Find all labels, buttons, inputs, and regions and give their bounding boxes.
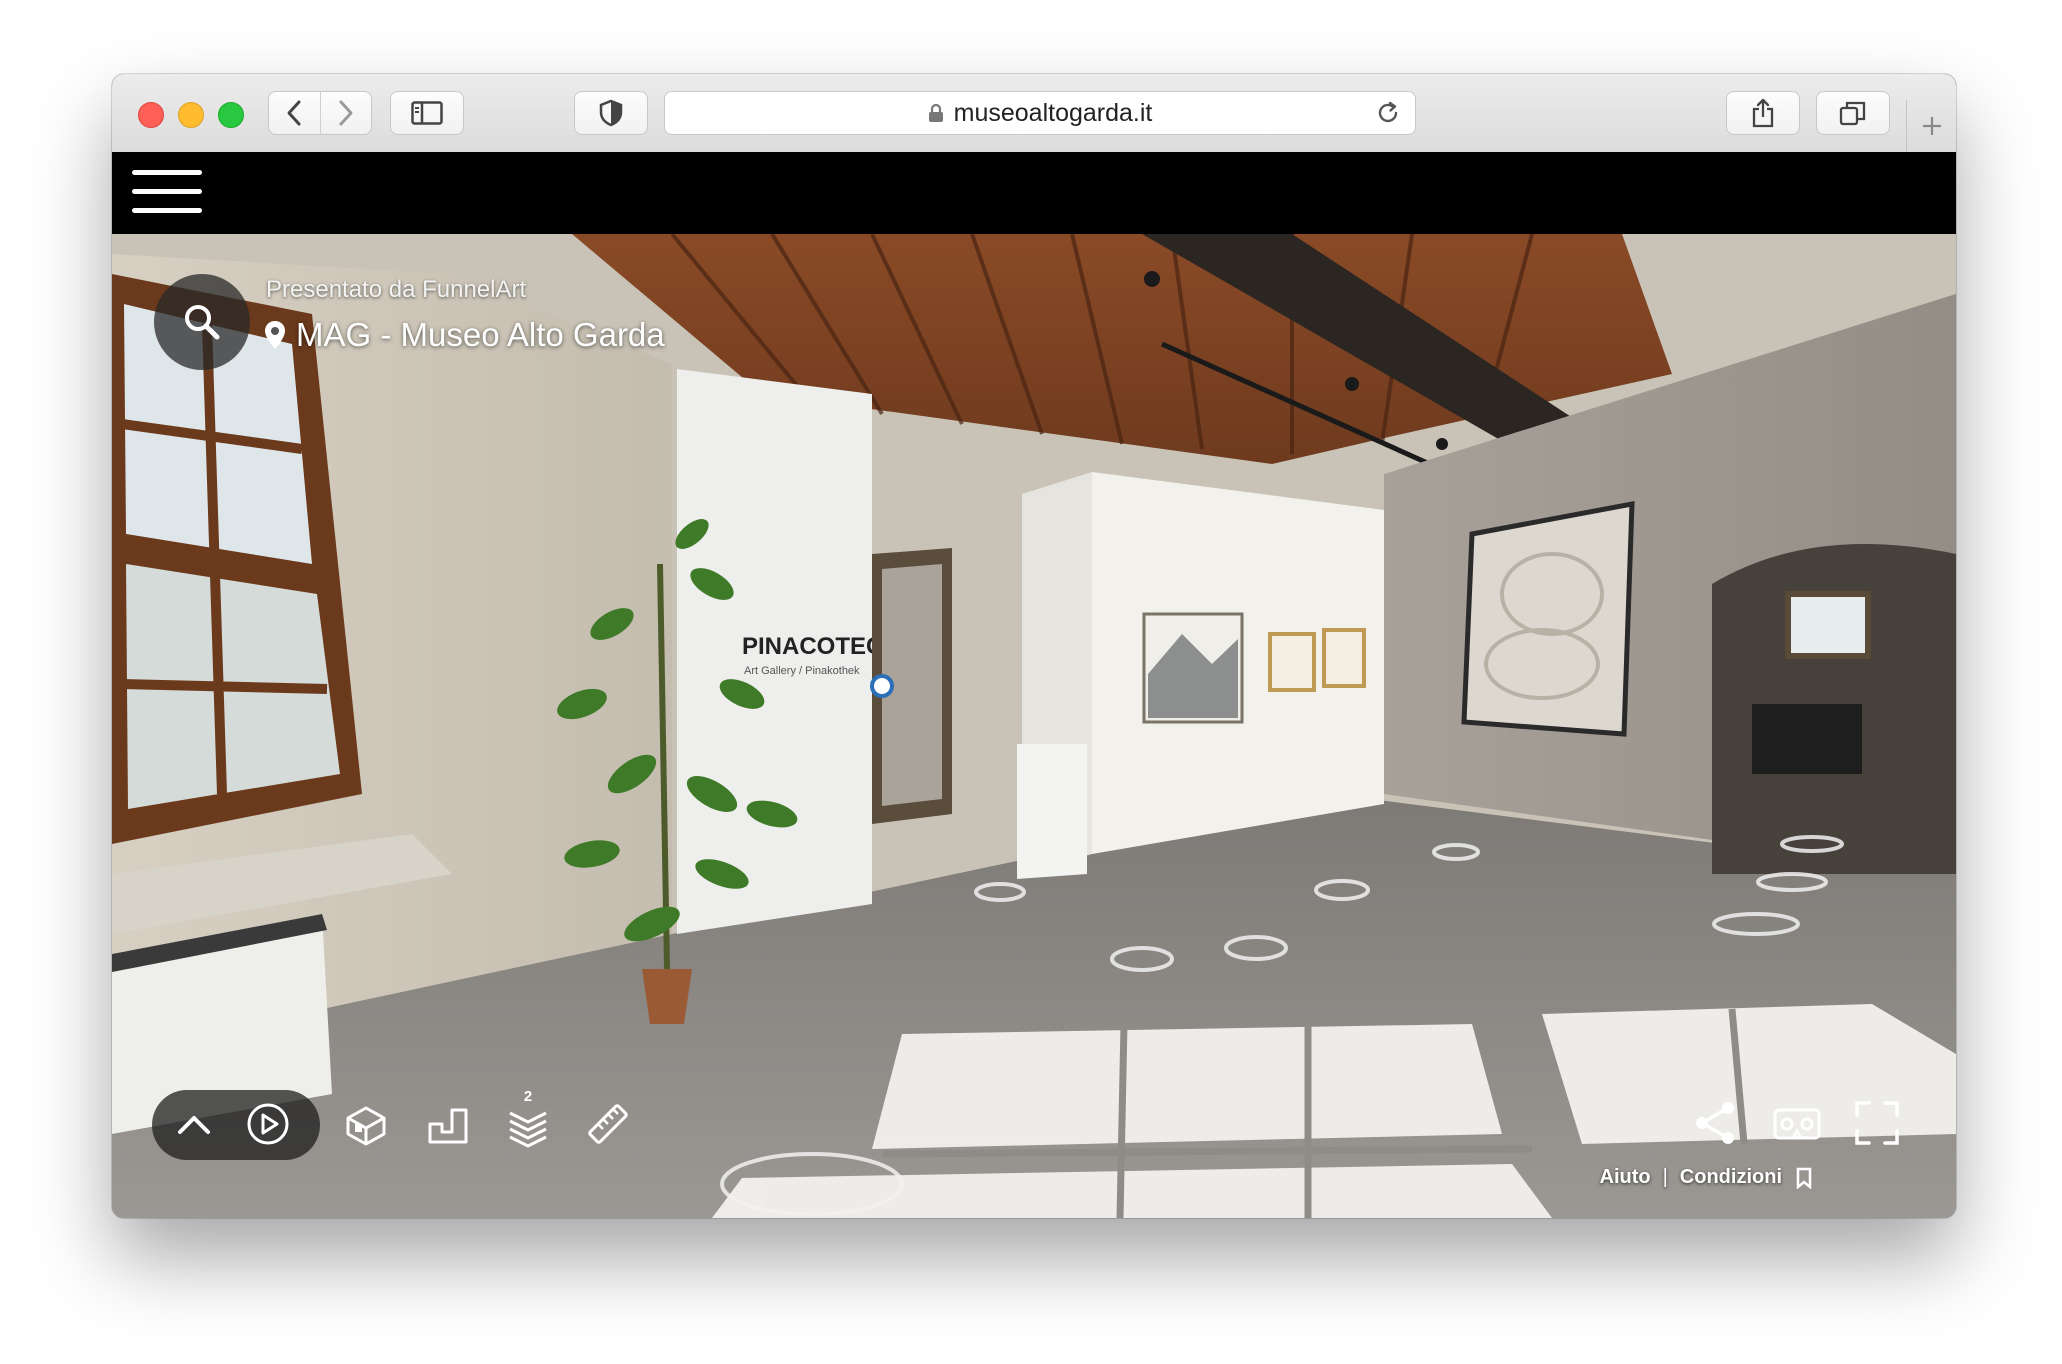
sidebar-icon xyxy=(411,101,443,125)
fullscreen-button[interactable] xyxy=(1850,1096,1904,1150)
new-tab-button[interactable] xyxy=(1906,100,1956,152)
chevron-up-icon xyxy=(178,1116,210,1134)
sidebar-toggle-button[interactable] xyxy=(390,91,464,135)
hamburger-menu-icon[interactable] xyxy=(132,168,202,216)
browser-window: museoaltogarda.it PINACOTECA Art Gallery… xyxy=(112,74,1956,1218)
chevron-left-icon xyxy=(287,100,301,126)
address-bar[interactable]: museoaltogarda.it xyxy=(664,91,1416,135)
share-icon xyxy=(1752,98,1774,128)
share-nodes-icon xyxy=(1696,1102,1734,1144)
back-button[interactable] xyxy=(269,92,320,134)
floor-selector-button[interactable]: 2 xyxy=(502,1084,554,1150)
shield-icon xyxy=(599,99,623,127)
browser-toolbar: museoaltogarda.it xyxy=(112,74,1956,153)
floor-number-badge: 2 xyxy=(524,1088,532,1105)
venue-title: MAG - Museo Alto Garda xyxy=(264,316,665,354)
floor-plan-icon xyxy=(428,1108,468,1144)
expand-controls-button[interactable] xyxy=(172,1102,216,1146)
help-link[interactable]: Aiuto xyxy=(1600,1166,1651,1189)
play-icon xyxy=(247,1103,289,1145)
footer-links: Aiuto | Condizioni xyxy=(1600,1166,1917,1189)
ruler-icon xyxy=(588,1104,628,1144)
floor-plan-button[interactable] xyxy=(422,1098,474,1150)
navigation-buttons xyxy=(268,91,372,135)
search-button[interactable] xyxy=(154,274,250,370)
layers-icon: 2 xyxy=(509,1088,547,1148)
share-button[interactable] xyxy=(1726,91,1800,135)
play-tour-button[interactable] xyxy=(244,1100,292,1148)
tab-overview-button[interactable] xyxy=(1816,91,1890,135)
close-window-button[interactable] xyxy=(138,102,164,128)
reload-icon xyxy=(1378,101,1398,123)
fullscreen-icon xyxy=(1855,1101,1899,1145)
reload-button[interactable] xyxy=(1375,100,1401,133)
vr-mode-button[interactable] xyxy=(1770,1100,1824,1148)
location-pin-icon xyxy=(265,321,285,349)
forward-button[interactable] xyxy=(319,92,372,134)
gallery-room-panorama[interactable]: PINACOTECA Art Gallery / Pinakothek xyxy=(112,234,1956,1218)
vr-headset-icon xyxy=(1773,1108,1821,1140)
wall-sign-subtitle: Art Gallery / Pinakothek xyxy=(744,665,860,677)
url-text: museoaltogarda.it xyxy=(953,98,1153,127)
lock-icon xyxy=(928,103,944,123)
measure-tool-button[interactable] xyxy=(582,1098,634,1150)
tabs-overview-icon xyxy=(1839,101,1866,126)
zoom-window-button[interactable] xyxy=(218,102,244,128)
search-icon xyxy=(185,305,220,340)
chevron-right-icon xyxy=(339,100,353,126)
presented-by-text: Presentato da FunnelArt xyxy=(266,276,527,303)
share-tour-button[interactable] xyxy=(1688,1096,1742,1150)
site-header xyxy=(112,152,1956,234)
venue-name: MAG - Museo Alto Garda xyxy=(296,316,665,353)
dollhouse-icon xyxy=(346,1106,386,1146)
virtual-tour-viewer[interactable]: PINACOTECA Art Gallery / Pinakothek Pres… xyxy=(112,234,1956,1218)
privacy-report-button[interactable] xyxy=(574,91,648,135)
minimize-window-button[interactable] xyxy=(178,102,204,128)
terms-link[interactable]: Condizioni xyxy=(1680,1166,1782,1189)
dollhouse-view-button[interactable] xyxy=(340,1098,392,1150)
bookmark-icon[interactable] xyxy=(1794,1167,1814,1189)
plus-icon xyxy=(1923,117,1941,135)
footer-separator: | xyxy=(1662,1166,1668,1188)
